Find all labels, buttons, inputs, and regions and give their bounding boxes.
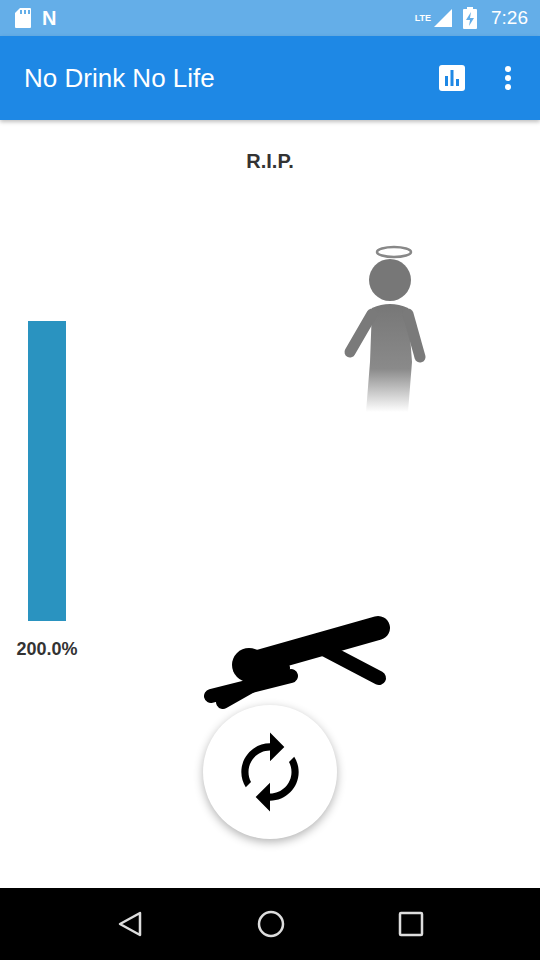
battery-charging-icon xyxy=(463,7,477,29)
overflow-menu-icon[interactable] xyxy=(502,64,514,92)
signal-icon xyxy=(433,8,453,28)
status-bar: N LTE 7:26 xyxy=(0,0,540,36)
notification-icon: N xyxy=(42,7,56,30)
app-title: No Drink No Life xyxy=(24,63,215,94)
clock: 7:26 xyxy=(491,7,528,29)
navigation-bar xyxy=(0,888,540,960)
back-icon[interactable] xyxy=(116,910,144,938)
restart-button[interactable] xyxy=(203,705,337,839)
meter-reading: 200.0% xyxy=(16,639,77,660)
drink-meter: 200.0% xyxy=(10,321,84,660)
fallen-stick-figure-icon xyxy=(203,612,393,712)
app-bar: No Drink No Life xyxy=(0,36,540,120)
status-title: R.I.P. xyxy=(0,120,540,173)
angel-icon xyxy=(336,242,426,417)
home-icon[interactable] xyxy=(256,909,286,939)
sd-card-icon xyxy=(14,7,32,29)
meter-track xyxy=(28,321,66,621)
phone-screen: N LTE 7:26 No Drink No Life R.I.P. 200.0% xyxy=(0,0,540,960)
recents-icon[interactable] xyxy=(398,911,424,937)
meter-fill xyxy=(28,321,66,621)
stats-chart-icon[interactable] xyxy=(438,64,466,92)
network-label: LTE xyxy=(415,13,431,23)
game-area: R.I.P. 200.0% xyxy=(0,120,540,888)
refresh-icon xyxy=(227,729,313,815)
